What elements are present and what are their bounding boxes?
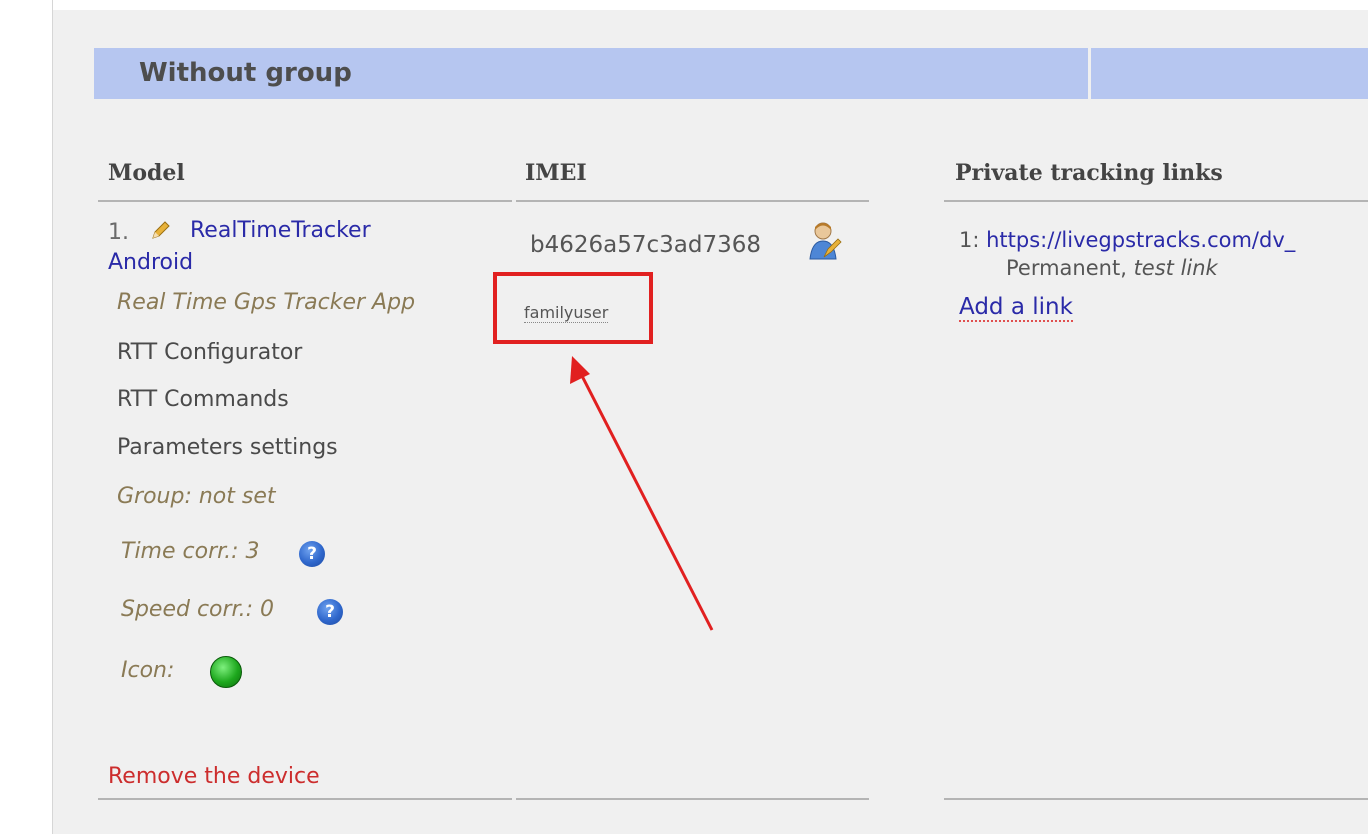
top-strip <box>0 0 1368 10</box>
column-header-model: Model <box>108 160 185 186</box>
device-name-link-2[interactable]: Android <box>108 250 193 275</box>
divider <box>944 200 1368 202</box>
annotation-arrow <box>570 356 714 631</box>
help-icon[interactable]: ? <box>299 541 325 567</box>
parameters-settings-link[interactable]: Parameters settings <box>117 435 338 460</box>
rtt-configurator-link[interactable]: RTT Configurator <box>117 340 302 365</box>
left-sidebar <box>0 0 53 834</box>
group-header: Without group <box>94 48 1088 99</box>
column-header-links: Private tracking links <box>955 160 1223 186</box>
column-header-imei: IMEI <box>525 160 587 186</box>
divider <box>516 798 869 800</box>
link-index: 1: <box>959 228 980 252</box>
device-number: 1. <box>108 220 129 245</box>
time-corr-label[interactable]: Time corr.: 3 <box>121 539 260 564</box>
tracking-link-url[interactable]: https://livegpstracks.com/dv_ <box>986 228 1295 252</box>
tracking-link-desc: Permanent, test link <box>1006 256 1218 280</box>
green-device-icon[interactable] <box>210 656 242 688</box>
divider <box>944 798 1368 800</box>
speed-corr-label[interactable]: Speed corr.: 0 <box>121 597 274 622</box>
help-icon[interactable]: ? <box>317 599 343 625</box>
link-note: test link <box>1133 256 1218 280</box>
divider <box>98 200 512 202</box>
imei-value: b4626a57c3ad7368 <box>530 232 761 258</box>
group-title: Without group <box>139 58 352 88</box>
remove-device-button[interactable]: Remove the device <box>108 764 320 789</box>
group-header-extension <box>1091 48 1368 99</box>
add-link-button[interactable]: Add a link <box>959 294 1073 322</box>
rtt-commands-link[interactable]: RTT Commands <box>117 387 289 412</box>
edit-pencil-icon[interactable] <box>149 220 171 242</box>
divider <box>516 200 869 202</box>
group-label[interactable]: Group: not set <box>117 484 276 509</box>
tracking-link-item: 1: https://livegpstracks.com/dv_ <box>959 228 1295 252</box>
user-edit-icon[interactable] <box>808 221 842 261</box>
divider <box>98 798 512 800</box>
link-type: Permanent, <box>1006 256 1127 280</box>
user-login-link[interactable]: familyuser <box>524 303 609 323</box>
icon-label: Icon: <box>121 658 175 683</box>
device-app-label: Real Time Gps Tracker App <box>117 290 416 315</box>
device-name-link[interactable]: RealTimeTracker <box>190 218 371 243</box>
